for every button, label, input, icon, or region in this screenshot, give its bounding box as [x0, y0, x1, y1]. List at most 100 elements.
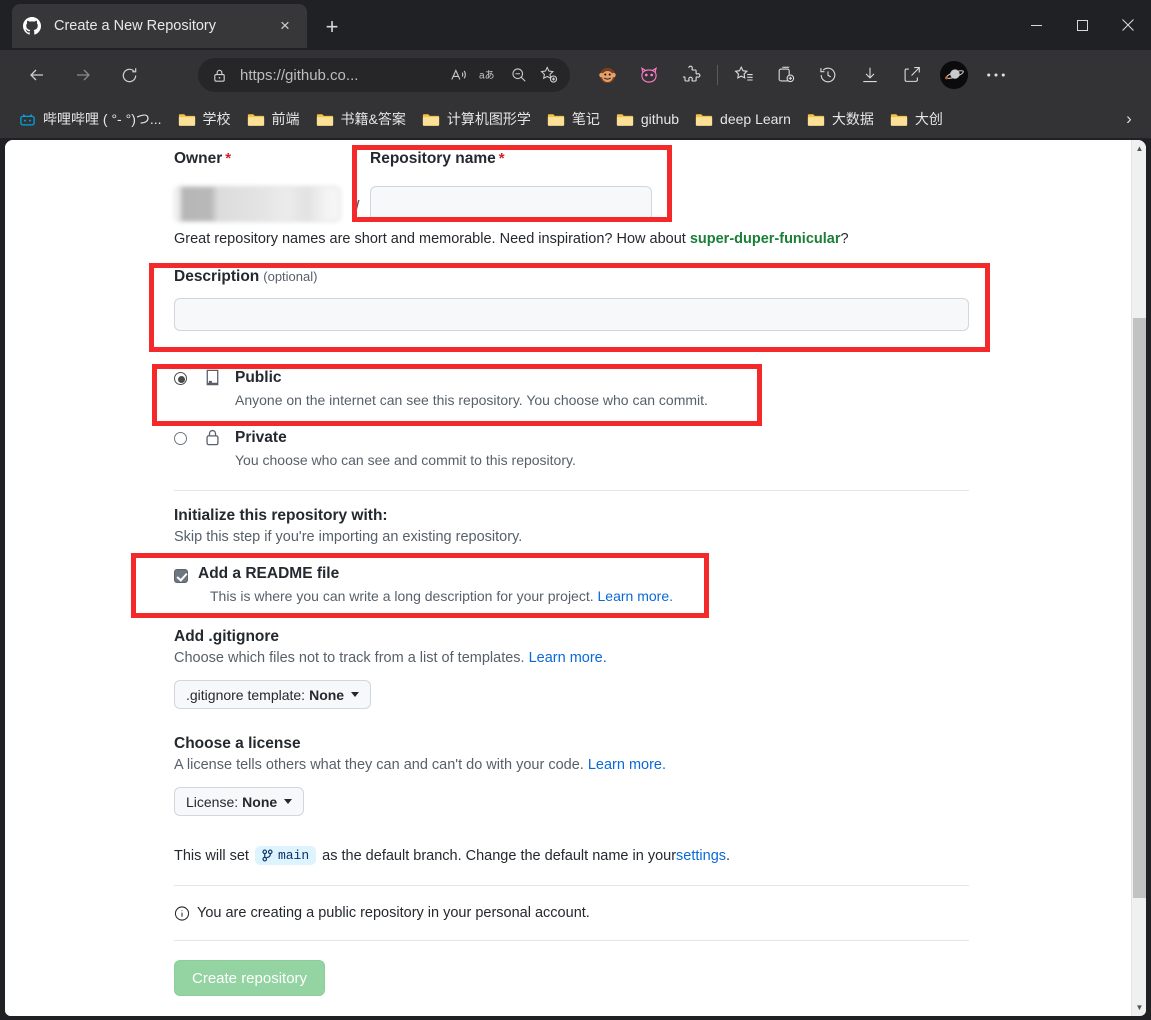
folder-icon	[422, 110, 440, 128]
readme-body: Add a README file This is where you can …	[198, 565, 673, 604]
bookmark-folder-8[interactable]: 大数据	[801, 106, 880, 132]
toolbar-extensions	[586, 50, 1017, 100]
cat-extension-icon[interactable]	[628, 54, 670, 96]
folder-icon	[547, 110, 565, 128]
folder-icon	[178, 110, 196, 128]
profile-avatar-icon[interactable]	[933, 54, 975, 96]
create-repository-button[interactable]: Create repository	[174, 960, 326, 996]
browser-tab[interactable]: Create a New Repository ×	[12, 4, 307, 48]
initialize-subtitle: Skip this step if you're importing an ex…	[174, 529, 523, 545]
description-input[interactable]	[174, 298, 969, 331]
default-branch-note: This will set main as the default branch…	[174, 846, 730, 865]
git-branch-icon	[262, 849, 273, 862]
scroll-down-icon[interactable]: ▼	[1132, 999, 1146, 1016]
private-option-body: Private You choose who can see and commi…	[235, 428, 969, 468]
divider-above-initialize	[174, 490, 969, 491]
page-viewport: Owner * / Repository name * Great reposito…	[5, 140, 1146, 1016]
visibility-option-private[interactable]: Private You choose who can see and commi…	[174, 428, 969, 472]
gitignore-section: Add .gitignore Choose which files not to…	[174, 628, 969, 709]
close-icon[interactable]	[1105, 0, 1151, 50]
branch-note-prefix: This will set	[174, 847, 249, 864]
branch-settings-link[interactable]: settings	[676, 848, 726, 864]
license-select[interactable]: License: None	[174, 787, 305, 816]
close-tab-icon[interactable]: ×	[273, 14, 297, 38]
bookmarks-overflow-icon[interactable]: ›	[1115, 105, 1143, 133]
license-description-text: A license tells others what they can and…	[174, 757, 588, 773]
address-bar[interactable]: https://github.co... aあ	[198, 58, 570, 92]
gitignore-template-select[interactable]: .gitignore template: None	[174, 680, 372, 709]
history-icon[interactable]	[807, 54, 849, 96]
bookmark-folder-6[interactable]: github	[610, 106, 685, 132]
forward-arrow-icon[interactable]	[64, 56, 102, 94]
repo-name-label: Repository name	[370, 150, 496, 167]
tab-title: Create a New Repository	[54, 18, 216, 34]
bookmark-label: 计算机图形学	[446, 111, 531, 127]
toolbar-divider	[717, 65, 718, 85]
bilibili-icon	[18, 110, 36, 128]
bookmark-label: 学校	[202, 111, 231, 127]
license-learn-more-link[interactable]: Learn more.	[588, 757, 666, 773]
browser-window: Create a New Repository × + https://gith…	[0, 0, 1151, 1020]
readme-option[interactable]: Add a README file This is where you can …	[174, 565, 969, 604]
public-description: Anyone on the internet can see this repo…	[235, 392, 708, 408]
window-controls	[1013, 0, 1151, 50]
downloads-icon[interactable]	[849, 54, 891, 96]
new-tab-button[interactable]: +	[318, 13, 346, 41]
gitignore-learn-more-link[interactable]: Learn more.	[529, 650, 607, 666]
visibility-option-public[interactable]: Public Anyone on the internet can see th…	[174, 368, 969, 412]
public-title: Public	[235, 369, 282, 386]
settings-more-icon[interactable]	[975, 54, 1017, 96]
collections-icon[interactable]	[765, 54, 807, 96]
repo-name-input[interactable]	[370, 186, 652, 222]
suggested-repo-name[interactable]: super-duper-funicular	[690, 231, 841, 247]
bookmark-label: github	[640, 111, 680, 127]
scroll-up-icon[interactable]: ▲	[1132, 140, 1146, 157]
bookmark-bilibili[interactable]: 哔哩哔哩 ( °- °)つ...	[12, 106, 168, 132]
scrollbar-thumb[interactable]	[1133, 318, 1146, 898]
page-scrollbar[interactable]: ▲ ▼	[1131, 140, 1146, 1016]
bookmark-folder-9[interactable]: 大创	[884, 106, 949, 132]
minimize-icon[interactable]	[1013, 0, 1059, 50]
title-bar: Create a New Repository × +	[0, 0, 1151, 50]
bookmark-folder-7[interactable]: deep Learn	[689, 106, 797, 132]
folder-icon	[695, 110, 713, 128]
folder-icon	[316, 110, 334, 128]
monkey-extension-icon[interactable]	[586, 54, 628, 96]
zoom-out-icon[interactable]	[504, 60, 534, 90]
info-icon	[174, 905, 190, 921]
repo-name-required-mark: *	[498, 150, 505, 167]
readme-description: This is where you can write a long descr…	[198, 588, 673, 604]
info-note-text: You are creating a public repository in …	[197, 905, 590, 921]
owner-select[interactable]	[174, 186, 341, 222]
readme-learn-more-link[interactable]: Learn more.	[598, 588, 673, 604]
add-favorite-icon[interactable]	[534, 60, 564, 90]
initialize-section: Initialize this repository with: Skip th…	[174, 507, 969, 545]
reload-icon[interactable]	[110, 56, 148, 94]
bookmark-folder-1[interactable]: 学校	[172, 106, 237, 132]
readme-description-text: This is where you can write a long descr…	[210, 588, 598, 604]
bookmarks-bar: 哔哩哔哩 ( °- °)つ... 学校 前端 书籍&答案 计算机图形学 笔记 g…	[0, 100, 1151, 138]
url-text: https://github.co...	[240, 66, 359, 84]
bookmark-label: 书籍&答案	[340, 111, 406, 127]
bookmark-folder-3[interactable]: 书籍&答案	[310, 106, 412, 132]
private-radio[interactable]	[174, 432, 187, 445]
puzzle-extension-icon[interactable]	[670, 54, 712, 96]
gitignore-button-value: None	[309, 686, 345, 703]
bookmark-folder-2[interactable]: 前端	[241, 106, 306, 132]
share-icon[interactable]	[891, 54, 933, 96]
read-aloud-icon[interactable]	[444, 60, 474, 90]
favorites-icon[interactable]	[723, 54, 765, 96]
translate-icon[interactable]: aあ	[474, 60, 504, 90]
maximize-icon[interactable]	[1059, 0, 1105, 50]
readme-checkbox[interactable]	[174, 569, 188, 583]
visibility-info-note: You are creating a public repository in …	[174, 905, 590, 921]
bookmark-folder-5[interactable]: 笔记	[541, 106, 606, 132]
back-arrow-icon[interactable]	[18, 56, 56, 94]
branch-chip-label: main	[277, 848, 310, 863]
github-new-repo-form: Owner * / Repository name * Great reposito…	[5, 140, 1131, 1016]
repo-name-hint: Great repository names are short and mem…	[174, 231, 849, 247]
public-radio[interactable]	[174, 372, 187, 385]
owner-required-mark: *	[225, 150, 232, 167]
description-optional-label: (optional)	[263, 269, 318, 284]
bookmark-folder-4[interactable]: 计算机图形学	[416, 106, 537, 132]
